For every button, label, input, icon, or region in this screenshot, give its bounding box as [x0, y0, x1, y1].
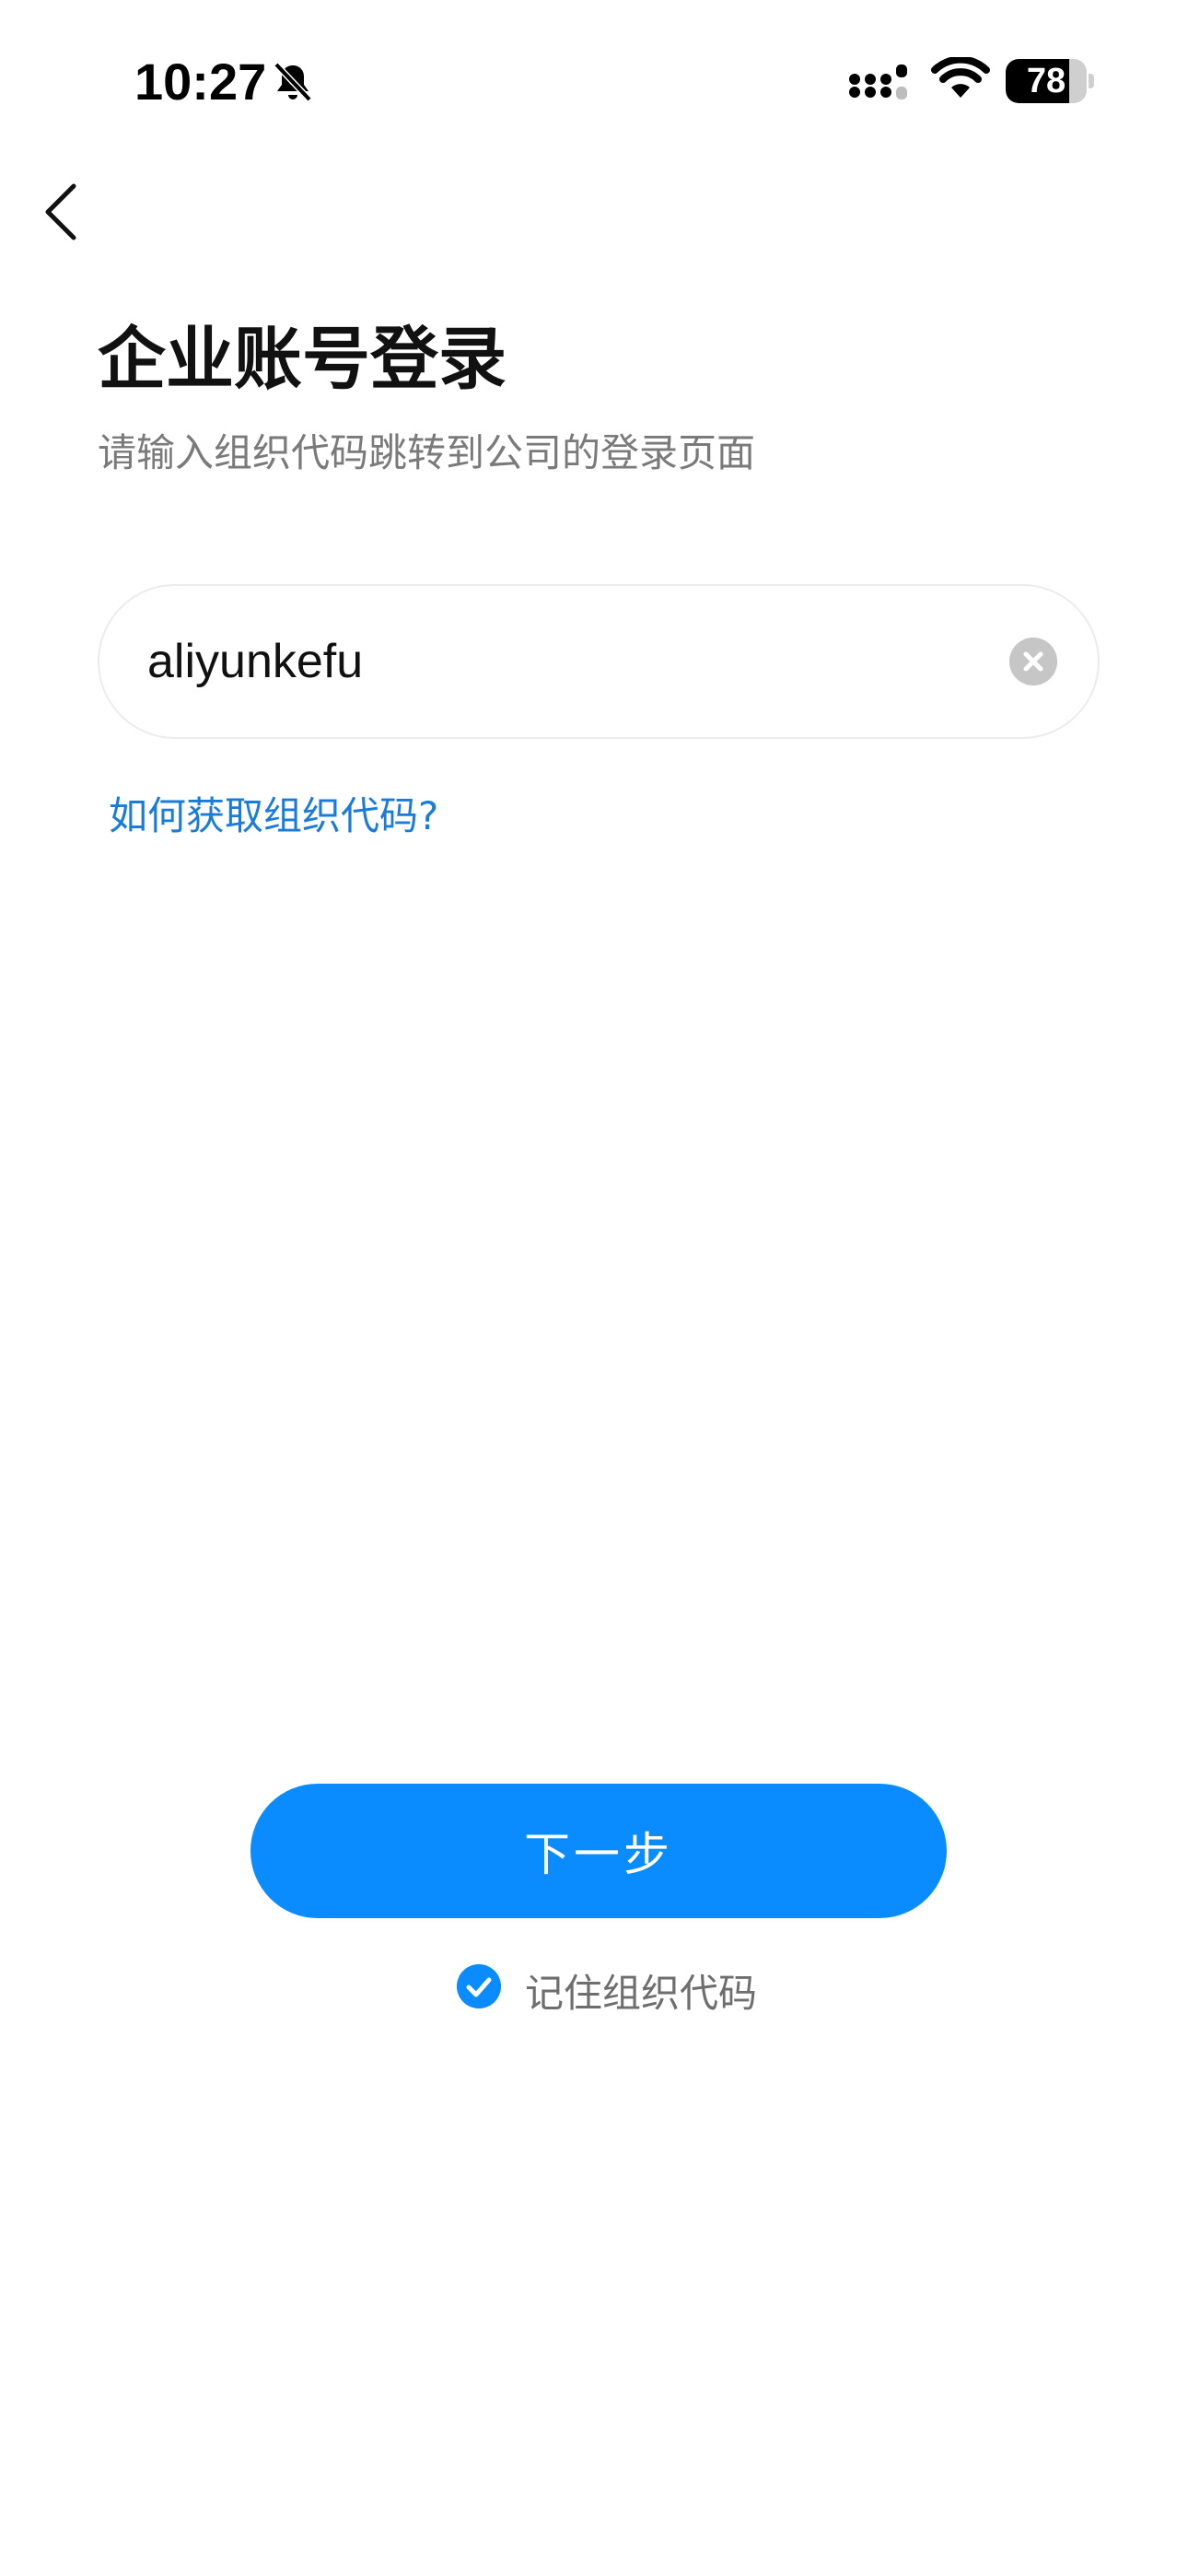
org-code-input[interactable]	[147, 586, 976, 737]
checkbox-checked-icon[interactable]	[457, 1964, 501, 2008]
login-page: 10:27 78 企业账号登录 请输入组织代码跳转到公司的登录页面 aliyun…	[0, 0, 1188, 2576]
clear-circle-icon[interactable]	[1009, 638, 1057, 685]
next-button[interactable]: 下一步	[250, 1784, 947, 1918]
battery-icon: 78	[1006, 59, 1094, 103]
chevron-left-icon	[45, 183, 76, 240]
status-time: 10:27	[134, 53, 267, 111]
remember-label: 记住组织代码	[525, 1971, 758, 2016]
page-subtitle: 请输入组织代码跳转到公司的登录页面	[98, 430, 756, 475]
bell-muted-icon	[274, 62, 312, 102]
wifi-icon	[931, 57, 990, 98]
page-title: 企业账号登录	[98, 320, 507, 399]
battery-level: 78	[1026, 62, 1066, 100]
status-bar: 10:27 78	[0, 0, 1188, 161]
org-code-field[interactable]	[98, 584, 1100, 739]
signal-icon	[849, 64, 907, 100]
back-button[interactable]	[33, 175, 88, 249]
help-link-org-code[interactable]: 如何获取组织代码?	[109, 785, 438, 841]
